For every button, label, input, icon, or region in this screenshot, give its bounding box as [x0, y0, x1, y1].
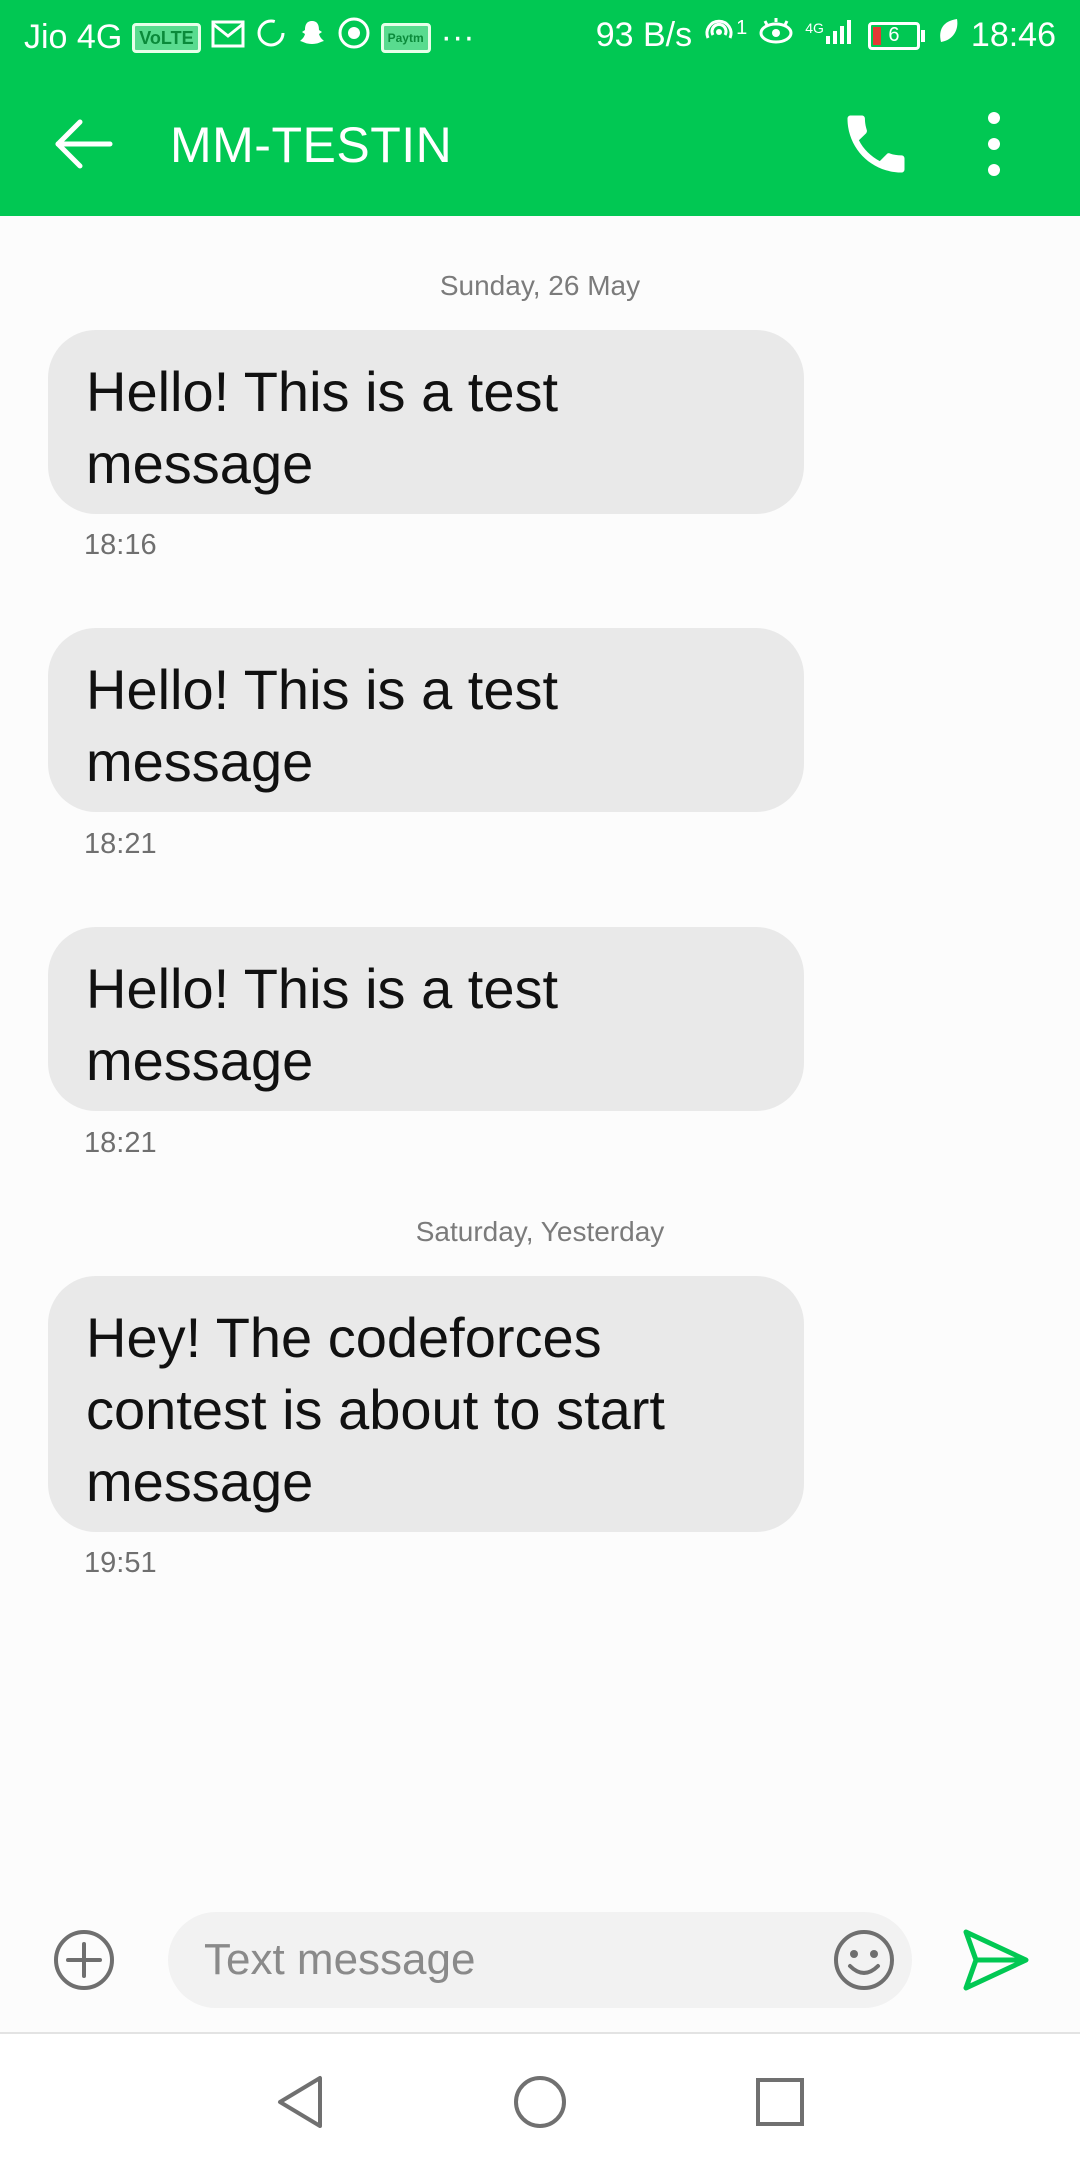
eye-comfort-icon [757, 16, 795, 55]
hotspot-icon [702, 16, 736, 55]
net-speed: 93 B/s [595, 16, 693, 54]
more-options-button[interactable] [966, 106, 1022, 182]
battery-icon: 6 [867, 21, 920, 50]
status-right: 93 B/s 1 4G 6 18:46 [596, 16, 1056, 55]
hotspot-count: 1 [736, 17, 748, 39]
battery-indicator: 6 [867, 21, 925, 50]
nav-home-button[interactable] [510, 2072, 570, 2132]
date-separator: Saturday, Yesterday [415, 1216, 665, 1247]
message-bubble[interactable]: Hello! This is a test message [48, 628, 804, 812]
message-time: 18:16 [84, 529, 157, 561]
message-time: 18:21 [84, 1127, 157, 1159]
system-nav-bar [0, 2034, 1080, 2160]
leaf-icon [935, 16, 961, 55]
status-bar: Jio 4G VoLTE Paytm ··· 93 B/s 1 4G 6 18:… [0, 0, 1080, 74]
back-button[interactable] [48, 108, 120, 180]
phone-icon [847, 115, 905, 173]
send-button[interactable] [962, 1926, 1030, 1994]
message-bubble[interactable]: Hey! The codeforces contest is about to … [48, 1276, 804, 1532]
sync-icon [255, 17, 287, 58]
nav-recents-button[interactable] [750, 2072, 810, 2132]
status-left: Jio 4G VoLTE Paytm ··· [24, 16, 475, 59]
gmail-icon [211, 18, 245, 57]
volte-badge: VoLTE [132, 22, 201, 53]
message-time: 18:21 [84, 828, 157, 860]
square-recents-icon [756, 2078, 804, 2126]
smiley-icon [834, 1930, 894, 1990]
emoji-button[interactable] [832, 1928, 896, 1992]
date-separator: Sunday, 26 May [439, 270, 641, 301]
chrome-icon [337, 16, 371, 59]
conversation-title: MM-TESTIN [170, 117, 453, 173]
attach-button[interactable] [52, 1928, 116, 1992]
circle-home-icon [514, 2076, 566, 2128]
header: Jio 4G VoLTE Paytm ··· 93 B/s 1 4G 6 18:… [0, 0, 1080, 216]
message-input-container [168, 1912, 912, 2008]
triangle-back-icon [278, 2076, 322, 2128]
signal-icon [824, 16, 856, 55]
message-input[interactable] [204, 1912, 784, 2008]
network-type: 4G [805, 19, 824, 36]
paytm-badge: Paytm [380, 22, 431, 53]
call-button[interactable] [838, 106, 914, 182]
app-bar: MM-TESTIN [0, 74, 1080, 216]
battery-level: 6 [888, 24, 900, 46]
compose-bar [0, 1886, 1080, 2032]
message-bubble[interactable]: Hello! This is a test message [48, 927, 804, 1111]
message-bubble[interactable]: Hello! This is a test message [48, 330, 804, 514]
carrier-label: Jio 4G [24, 18, 123, 56]
plus-circle-icon [54, 1930, 114, 1990]
arrow-left-icon [55, 119, 113, 169]
clock: 18:46 [970, 16, 1056, 54]
more-vertical-icon [988, 112, 1000, 176]
send-icon [963, 1929, 1029, 1991]
message-time: 19:51 [84, 1547, 157, 1579]
more-notifications-indicator: ··· [440, 18, 475, 56]
nav-back-button[interactable] [270, 2072, 330, 2132]
snapchat-icon [297, 18, 327, 57]
